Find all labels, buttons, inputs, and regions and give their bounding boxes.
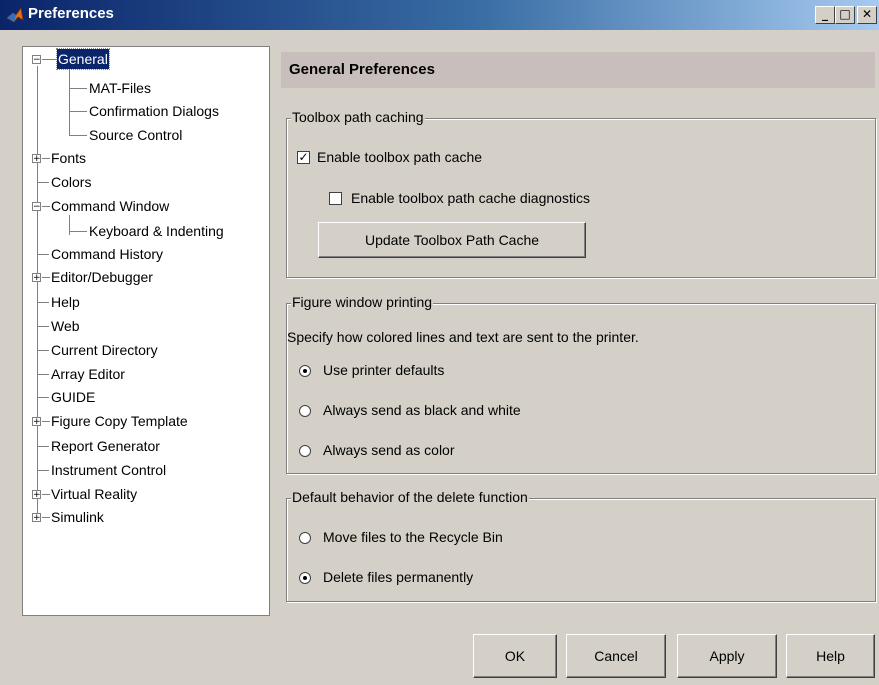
tree-connector (37, 470, 49, 471)
tree-general-children-line (69, 67, 70, 135)
tree-item-label: Instrument Control (51, 462, 167, 478)
maximize-button[interactable]: □ (835, 6, 855, 24)
tree-connector (37, 350, 49, 351)
tree-item-label: Colors (51, 174, 92, 190)
tree-item-label: Command Window (51, 198, 170, 214)
tree-item-label: Keyboard & Indenting (89, 223, 224, 239)
tree-item-label: Editor/Debugger (51, 269, 153, 285)
tree-item-label: Figure Copy Template (51, 413, 188, 429)
enable-cache-diagnostics-checkbox[interactable] (329, 192, 342, 205)
enable-cache-diagnostics-label[interactable]: Enable toolbox path cache diagnostics (351, 190, 590, 206)
radio-move-to-recycle-bin-label[interactable]: Move files to the Recycle Bin (323, 529, 503, 545)
expand-icon[interactable]: + (32, 273, 41, 283)
tree-item-label: Command History (51, 246, 164, 262)
collapse-icon[interactable]: − (32, 55, 41, 65)
tree-item-label: Confirmation Dialogs (89, 103, 219, 119)
tree-item-label: Array Editor (51, 366, 125, 382)
panel-title: General Preferences (289, 61, 435, 78)
tree-connector (69, 135, 87, 136)
group-legend: Default behavior of the delete function (291, 489, 529, 505)
tree-item-label: Virtual Reality (51, 486, 138, 502)
tree-connector (37, 326, 49, 327)
window-title: Preferences (28, 5, 114, 22)
update-toolbox-path-cache-button[interactable]: Update Toolbox Path Cache (318, 222, 586, 258)
figure-window-printing-group: Figure window printing Specify how color… (286, 294, 876, 474)
expand-icon[interactable]: + (32, 154, 41, 164)
tree-item-label: Help (51, 294, 80, 310)
title-bar[interactable]: Preferences _ □ ✕ (0, 0, 879, 30)
panel-header: General Preferences (281, 52, 875, 88)
matlab-logo-icon (6, 6, 24, 23)
tree-item-label: General (56, 48, 110, 70)
radio-send-as-color-label[interactable]: Always send as color (323, 442, 455, 458)
tree-connector (37, 446, 49, 447)
preferences-tree[interactable]: − General MAT-Files Confirmation Dialogs… (22, 46, 270, 616)
toolbox-path-caching-group: Toolbox path caching ✓ Enable toolbox pa… (286, 109, 876, 278)
tree-connector (42, 158, 50, 159)
ok-button[interactable]: OK (473, 634, 557, 678)
group-legend: Figure window printing (291, 294, 434, 310)
collapse-icon[interactable]: − (32, 202, 41, 212)
radio-black-and-white[interactable] (299, 405, 311, 417)
tree-connector (42, 494, 50, 495)
delete-behavior-group: Default behavior of the delete function … (286, 489, 876, 602)
tree-item-label: Source Control (89, 127, 183, 143)
cancel-button[interactable]: Cancel (566, 634, 666, 678)
printing-description: Specify how colored lines and text are s… (287, 329, 639, 345)
tree-item-label: Simulink (51, 509, 104, 525)
radio-send-as-color[interactable] (299, 445, 311, 457)
tree-command-window-children-line (69, 215, 70, 235)
tree-item-label: Fonts (51, 150, 87, 166)
tree-connector (42, 517, 50, 518)
radio-black-and-white-label[interactable]: Always send as black and white (323, 402, 521, 418)
tree-connector (69, 88, 87, 89)
expand-icon[interactable]: + (32, 490, 41, 500)
expand-icon[interactable]: + (32, 513, 41, 523)
tree-item-label: Report Generator (51, 438, 160, 454)
expand-icon[interactable]: + (32, 417, 41, 427)
tree-connector (37, 302, 49, 303)
tree-item-label: Current Directory (51, 342, 158, 358)
tree-connector (42, 277, 50, 278)
tree-connector (37, 397, 49, 398)
minimize-button[interactable]: _ (815, 6, 835, 24)
tree-connector (42, 59, 56, 60)
radio-delete-permanently[interactable] (299, 572, 311, 584)
radio-move-to-recycle-bin[interactable] (299, 532, 311, 544)
group-legend: Toolbox path caching (291, 109, 425, 125)
tree-item-label: GUIDE (51, 389, 96, 405)
tree-connector (37, 254, 49, 255)
tree-connector (69, 111, 87, 112)
tree-item-label: MAT-Files (89, 80, 151, 96)
radio-delete-permanently-label[interactable]: Delete files permanently (323, 569, 473, 585)
tree-connector (42, 421, 50, 422)
radio-printer-defaults-label[interactable]: Use printer defaults (323, 362, 444, 378)
close-button[interactable]: ✕ (857, 6, 877, 24)
tree-connector (37, 182, 49, 183)
tree-connector (42, 206, 50, 207)
tree-connector (69, 231, 87, 232)
help-button[interactable]: Help (786, 634, 875, 678)
radio-printer-defaults[interactable] (299, 365, 311, 377)
tree-connector (37, 374, 49, 375)
enable-toolbox-cache-checkbox[interactable]: ✓ (297, 151, 310, 164)
enable-toolbox-cache-label[interactable]: Enable toolbox path cache (317, 149, 482, 165)
tree-item-label: Web (51, 318, 80, 334)
tree-root-line (37, 66, 38, 517)
apply-button[interactable]: Apply (677, 634, 777, 678)
